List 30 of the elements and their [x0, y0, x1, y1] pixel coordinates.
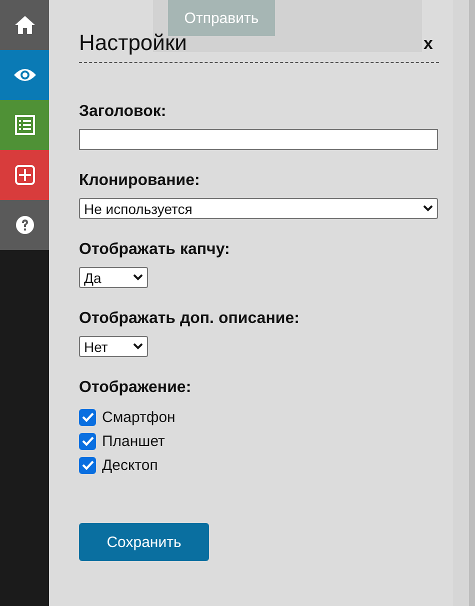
chevron-down-icon	[133, 343, 143, 350]
sidebar-item[interactable]	[0, 150, 49, 200]
checkbox-label: Десктоп	[102, 456, 158, 474]
field-label: Отображать капчу:	[79, 241, 231, 259]
field-label: Отображение:	[79, 379, 192, 397]
sidebar-item[interactable]	[0, 100, 49, 150]
save-button[interactable]: Сохранить	[79, 523, 209, 561]
list-icon	[14, 115, 34, 135]
chevron-down-icon	[133, 274, 143, 281]
dropdown[interactable]: Да	[79, 267, 148, 288]
eye-icon	[12, 67, 36, 83]
sidebar-item[interactable]	[0, 200, 49, 250]
checkbox-label: Смартфон	[102, 408, 176, 426]
checkbox[interactable]	[79, 432, 96, 450]
home-icon	[14, 15, 36, 35]
field-label: Отображать доп. описание:	[79, 310, 300, 328]
help-icon	[14, 215, 34, 235]
dropdown[interactable]: Не используется	[79, 198, 438, 219]
checkbox[interactable]	[79, 408, 96, 426]
dropdown[interactable]: Нет	[79, 336, 148, 357]
plus-square-icon	[14, 165, 34, 185]
close-button[interactable]: x	[424, 34, 439, 56]
checkbox[interactable]	[79, 456, 96, 474]
checkbox-label: Планшет	[102, 432, 165, 450]
sidebar-item[interactable]	[0, 50, 49, 100]
text-field[interactable]	[79, 129, 438, 150]
field-label: Заголовок:	[79, 103, 168, 121]
field-label: Клонирование:	[79, 172, 201, 190]
chevron-down-icon	[423, 205, 433, 212]
sidebar-item[interactable]	[0, 0, 49, 50]
